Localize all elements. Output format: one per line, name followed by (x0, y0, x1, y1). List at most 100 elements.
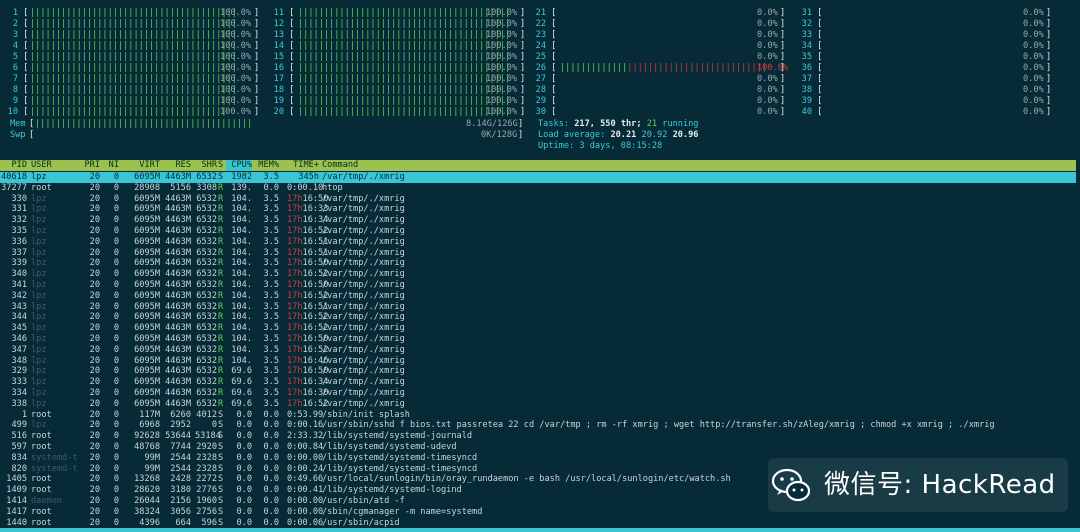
process-row[interactable]: 40618 lpz 20 0 6095M 4463M 6532 S 1982 3.5 345h/va… (0, 172, 1076, 183)
cell-shr: 6532 (196, 301, 217, 312)
cpu-number: 34 (801, 41, 812, 51)
cell-pid: 499 (11, 420, 27, 431)
cell-shr: 2272 (196, 474, 217, 485)
column-header-virt[interactable]: VIRT (128, 160, 160, 171)
cpu-number: 11 (273, 8, 284, 18)
meter-close-bracket: ] (1046, 96, 1052, 106)
cell-user: lpz (31, 172, 47, 182)
column-header-command[interactable]: Command (322, 160, 1022, 171)
process-row[interactable]: 37277 root 20 0 28908 5156 3308 R 139. 0.0 0:00.10… (0, 183, 1076, 194)
cell-command: /var/tmp/./xmrig (322, 301, 405, 312)
meter-open-bracket: [ (812, 85, 823, 95)
cpu-percent: 100.0% (486, 96, 518, 106)
cell-command: /var/tmp/./xmrig (322, 398, 405, 409)
cell-time: 0:49.66 (287, 474, 324, 485)
column-header-mem[interactable]: MEM% (253, 160, 279, 171)
cell-user: lpz (31, 258, 47, 269)
process-row[interactable]: 346 lpz 20 0 6095M 4463M 6532 R 104. 3.5 17h16:50/… (0, 334, 1076, 345)
cell-ni: 0 (113, 366, 119, 377)
column-header-shr[interactable]: SHR (195, 160, 217, 171)
cpu-percent: 0.0% (1023, 8, 1044, 18)
process-row[interactable]: 336 lpz 20 0 6095M 4463M 6532 R 104. 3.5 17h16:51/… (0, 237, 1076, 248)
process-row[interactable]: 345 lpz 20 0 6095M 4463M 6532 R 104. 3.5 17h16:52/… (0, 323, 1076, 334)
column-header-s[interactable]: S (218, 160, 225, 171)
meter-close-bracket: ] (1046, 107, 1052, 117)
process-row[interactable]: 338 lpz 20 0 6095M 4463M 6532 R 69.6 3.5 17h16:52/… (0, 399, 1076, 410)
cell-virt: 6095M (134, 388, 160, 398)
cell-user: lpz (31, 366, 47, 377)
column-header-ni[interactable]: NI (107, 160, 119, 171)
cell-ni: 0 (113, 442, 119, 452)
process-row[interactable]: 335 lpz 20 0 6095M 4463M 6532 R 104. 3.5 17h16:52/… (0, 226, 1076, 237)
cell-cpu: 104. (231, 204, 252, 215)
cell-user: lpz (31, 344, 47, 355)
cpu-number: 10 (7, 107, 18, 117)
cell-ni: 0 (113, 280, 119, 290)
process-row[interactable]: 329 lpz 20 0 6095M 4463M 6532 R 69.6 3.5 17h16:50/… (0, 366, 1076, 377)
meter-open-bracket: [ (546, 85, 557, 95)
meter-close-bracket: ] (254, 52, 260, 62)
process-row[interactable]: 343 lpz 20 0 6095M 4463M 6532 R 104. 3.5 17h16:51/… (0, 302, 1076, 313)
cell-ni: 0 (113, 463, 119, 474)
cell-cpu: 104. (231, 215, 252, 226)
cell-res: 53644 (165, 431, 191, 442)
cell-virt: 99M (144, 463, 160, 474)
column-header-pri[interactable]: PRI (82, 160, 100, 171)
cell-mem: 0.0 (263, 452, 279, 463)
cell-cpu: 104. (231, 290, 252, 301)
cell-virt: 6095M (134, 323, 160, 334)
process-row[interactable]: 340 lpz 20 0 6095M 4463M 6532 R 104. 3.5 17h16:52/… (0, 269, 1076, 280)
cell-user: root (31, 182, 52, 193)
column-header-user[interactable]: USER (31, 160, 79, 171)
column-header-time[interactable]: TIME+ (287, 160, 319, 171)
cpu-meter-6: 6 [ (6, 63, 29, 74)
cell-mem: 0.0 (263, 517, 279, 528)
process-row[interactable]: 597 root 20 0 48768 7744 2920 S 0.0 0.0 0:00.84/li… (0, 442, 1076, 453)
cell-pri: 20 (89, 344, 100, 355)
cpu-number: 14 (273, 41, 284, 51)
cell-res: 7744 (170, 442, 191, 452)
cell-command: /var/tmp/./xmrig (322, 344, 405, 355)
column-header-res[interactable]: RES (163, 160, 191, 171)
cell-user: root (31, 431, 52, 442)
swp-value: 0K/128G (481, 130, 518, 140)
process-row[interactable]: 337 lpz 20 0 6095M 4463M 6532 R 104. 3.5 17h16:51/… (0, 248, 1076, 259)
process-row[interactable]: 334 lpz 20 0 6095M 4463M 6532 R 69.6 3.5 17h16:30/… (0, 388, 1076, 399)
process-row[interactable]: 1 root 20 0 117M 6260 4012 S 0.0 0.0 0:53.99/sbin/… (0, 410, 1076, 421)
cell-cpu: 69.6 (231, 377, 252, 388)
process-row[interactable]: 347 lpz 20 0 6095M 4463M 6532 R 104. 3.5 17h16:52/… (0, 345, 1076, 356)
cell-pri: 20 (89, 355, 100, 366)
cpu-percent: 0.0% (757, 107, 778, 117)
cpu-meter-17: 17 [ (272, 74, 295, 85)
cell-shr: 6532 (196, 247, 217, 258)
process-row[interactable]: 341 lpz 20 0 6095M 4463M 6532 R 104. 3.5 17h16:50/… (0, 280, 1076, 291)
process-row[interactable]: 342 lpz 20 0 6095M 4463M 6532 R 104. 3.5 17h16:52/… (0, 291, 1076, 302)
cell-pri: 20 (89, 506, 100, 517)
cell-s: R (218, 215, 224, 226)
cell-user: systemd-t (31, 452, 78, 463)
cell-virt: 6095M (134, 312, 160, 323)
process-row[interactable]: 348 lpz 20 0 6095M 4463M 6532 R 104. 3.5 17h16:46/… (0, 356, 1076, 367)
cell-shr: 3308 (196, 182, 217, 193)
cell-time: 17h16:50 (287, 193, 329, 204)
process-row[interactable]: 1440 root 20 0 4396 664 596 S 0.0 0.0 0:00.06/usr/… (0, 518, 1076, 529)
meter-open-bracket: [ (18, 8, 29, 18)
meter-open-bracket: [ (18, 30, 29, 40)
process-row[interactable]: 516 root 20 0 92628 53644 53184 S 0.0 0.0 2:33.32/… (0, 431, 1076, 442)
process-row[interactable]: 333 lpz 20 0 6095M 4463M 6532 R 69.6 3.5 17h16:34/… (0, 377, 1076, 388)
process-row[interactable]: 331 lpz 20 0 6095M 4463M 6532 R 104. 3.5 17h16:33/… (0, 204, 1076, 215)
cell-virt: 6095M (134, 366, 160, 377)
process-row[interactable]: 330 lpz 20 0 6095M 4463M 6532 R 104. 3.5 17h16:50/… (0, 194, 1076, 205)
column-header-pid[interactable]: PID (0, 160, 27, 171)
cell-mem: 3.5 (263, 226, 279, 236)
process-row[interactable]: 499 lpz 20 0 6968 2952 0 S 0.0 0.0 0:00.16/usr/sbi… (0, 420, 1076, 431)
cell-virt: 6095M (134, 280, 160, 290)
process-row[interactable]: 332 lpz 20 0 6095M 4463M 6532 R 104. 3.5 17h16:34/… (0, 215, 1076, 226)
cell-pid: 340 (11, 269, 27, 280)
meter-open-bracket: [ (546, 52, 557, 62)
process-row[interactable]: 344 lpz 20 0 6095M 4463M 6532 R 104. 3.5 17h16:52/… (0, 312, 1076, 323)
process-row[interactable]: 339 lpz 20 0 6095M 4463M 6532 R 104. 3.5 17h16:50/… (0, 258, 1076, 269)
column-header-cpu[interactable]: CPU% (226, 160, 252, 171)
cell-cpu: 0.0 (236, 485, 252, 496)
cpu-percent: 0.0% (1023, 19, 1044, 29)
